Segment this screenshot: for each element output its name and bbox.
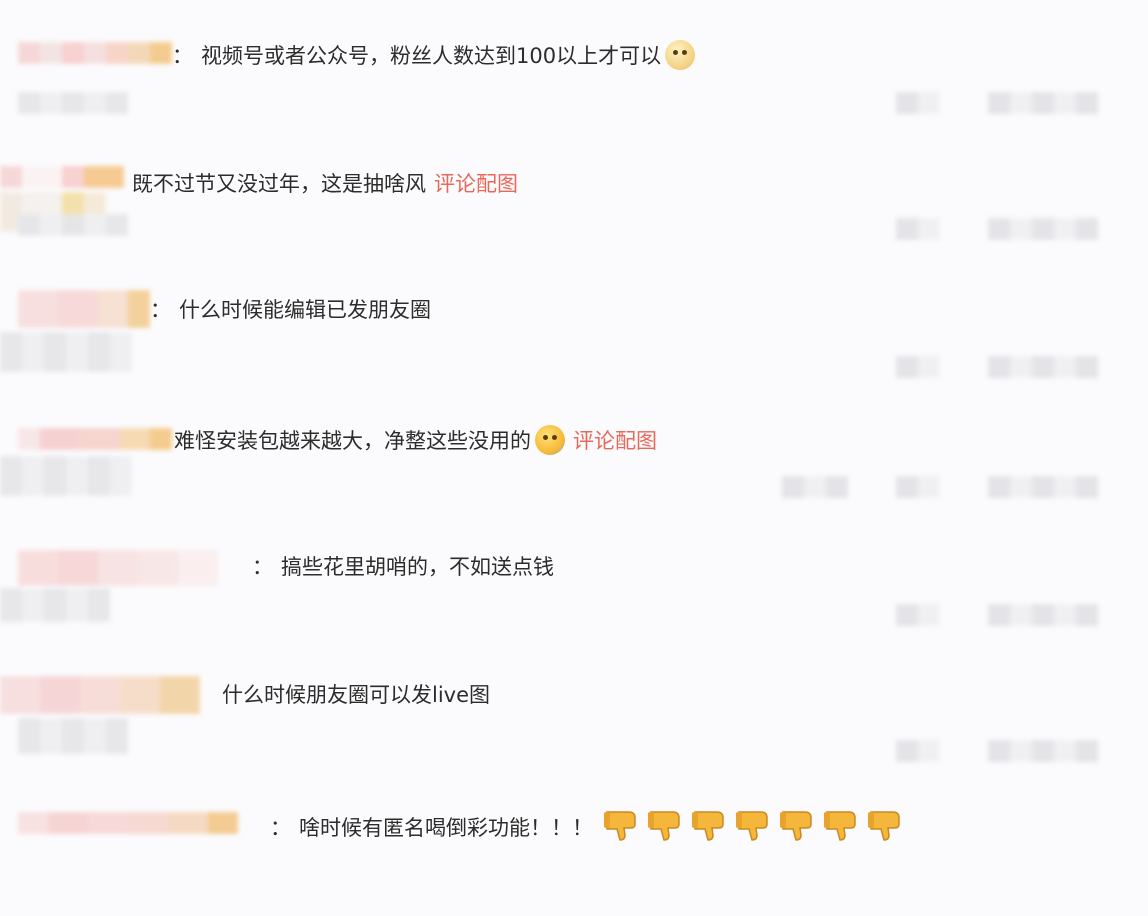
thumbs-down-icon <box>779 809 815 843</box>
comment-text: 既不过节又没过年，这是抽啥风 <box>132 172 426 196</box>
comment-text: 难怪安装包越来越大，净整这些没用的 <box>174 429 531 453</box>
like-action[interactable] <box>896 92 940 114</box>
username-blurred[interactable] <box>18 550 218 586</box>
comment-item: 什么时候朋友圈可以发live图 <box>0 668 1148 788</box>
comment-body: 什么时候朋友圈可以发live图 <box>222 681 490 709</box>
username-blurred[interactable] <box>0 676 200 714</box>
comment-meta-blurred <box>18 92 128 114</box>
colon-separator: ： <box>252 555 273 579</box>
comment-actions-blurred[interactable] <box>896 92 1098 114</box>
doge-emoji-icon <box>665 40 696 70</box>
comment-actions-blurred[interactable] <box>896 218 1098 240</box>
username-blurred[interactable] <box>18 290 150 328</box>
comment-body: ： 啥时候有匿名喝倒彩功能！！！ <box>270 809 903 843</box>
colon-separator: ： <box>150 298 171 322</box>
comment-meta-blurred <box>18 214 128 236</box>
thumbs-down-icon <box>691 809 727 843</box>
colon-separator: ： <box>172 44 193 68</box>
thumbs-down-icon <box>647 809 683 843</box>
comment-meta-blurred <box>18 718 128 754</box>
thumbs-down-icon <box>735 809 771 843</box>
thumbs-down-icon <box>867 809 903 843</box>
like-action[interactable] <box>896 356 940 378</box>
comment-item: ： 视频号或者公众号，粉丝人数达到100以上才可以 <box>0 30 1148 150</box>
thumbs-down-icon <box>603 809 639 843</box>
share-action[interactable] <box>782 476 848 498</box>
comment-actions-blurred[interactable] <box>896 604 1098 626</box>
comment-text: 视频号或者公众号，粉丝人数达到100以上才可以 <box>201 44 662 68</box>
comment-body: 难怪安装包越来越大，净整这些没用的 评论配图 <box>174 425 657 455</box>
comment-meta-blurred <box>0 456 132 496</box>
comment-actions-blurred[interactable] <box>896 356 1098 378</box>
comment-actions-blurred[interactable] <box>782 476 1098 498</box>
username-blurred[interactable] <box>18 42 172 64</box>
comment-item: ： 什么时候能编辑已发朋友圈 <box>0 284 1148 404</box>
username-blurred[interactable] <box>18 428 172 450</box>
thumbs-down-row <box>603 809 903 843</box>
comment-item: 难怪安装包越来越大，净整这些没用的 评论配图 <box>0 412 1148 532</box>
comment-item: ： 搞些花里胡哨的，不如送点钱 <box>0 540 1148 660</box>
comment-body: 既不过节又没过年，这是抽啥风 评论配图 <box>132 170 518 198</box>
username-blurred[interactable] <box>18 812 238 834</box>
reply-action[interactable] <box>988 476 1098 498</box>
comment-body: ： 什么时候能编辑已发朋友圈 <box>150 296 431 324</box>
comment-body: ： 视频号或者公众号，粉丝人数达到100以上才可以 <box>172 40 696 70</box>
username-blurred[interactable] <box>0 166 124 188</box>
reply-action[interactable] <box>988 740 1098 762</box>
colon-separator: ： <box>270 816 291 840</box>
like-action[interactable] <box>896 740 940 762</box>
like-action[interactable] <box>896 604 940 626</box>
reply-action[interactable] <box>988 356 1098 378</box>
comment-actions-blurred[interactable] <box>896 740 1098 762</box>
comment-image-link[interactable]: 评论配图 <box>434 172 518 196</box>
comment-item: ： 啥时候有匿名喝倒彩功能！！！ <box>0 796 1148 916</box>
comment-item: 既不过节又没过年，这是抽啥风 评论配图 <box>0 158 1148 278</box>
comment-meta-blurred <box>0 588 110 622</box>
comment-image-link[interactable]: 评论配图 <box>573 429 657 453</box>
reply-action[interactable] <box>988 92 1098 114</box>
thumbs-down-icon <box>823 809 859 843</box>
comment-text: 什么时候朋友圈可以发live图 <box>222 683 491 707</box>
reply-action[interactable] <box>988 604 1098 626</box>
comment-meta-blurred <box>0 332 132 372</box>
comment-body: ： 搞些花里胡哨的，不如送点钱 <box>252 553 554 581</box>
comment-text: 什么时候能编辑已发朋友圈 <box>179 298 431 322</box>
comment-text: 啥时候有匿名喝倒彩功能！！！ <box>299 816 593 840</box>
crying-laugh-emoji-icon <box>535 425 565 455</box>
like-action[interactable] <box>896 218 940 240</box>
comment-text: 搞些花里胡哨的，不如送点钱 <box>281 555 554 579</box>
reply-action[interactable] <box>988 218 1098 240</box>
like-action[interactable] <box>896 476 940 498</box>
